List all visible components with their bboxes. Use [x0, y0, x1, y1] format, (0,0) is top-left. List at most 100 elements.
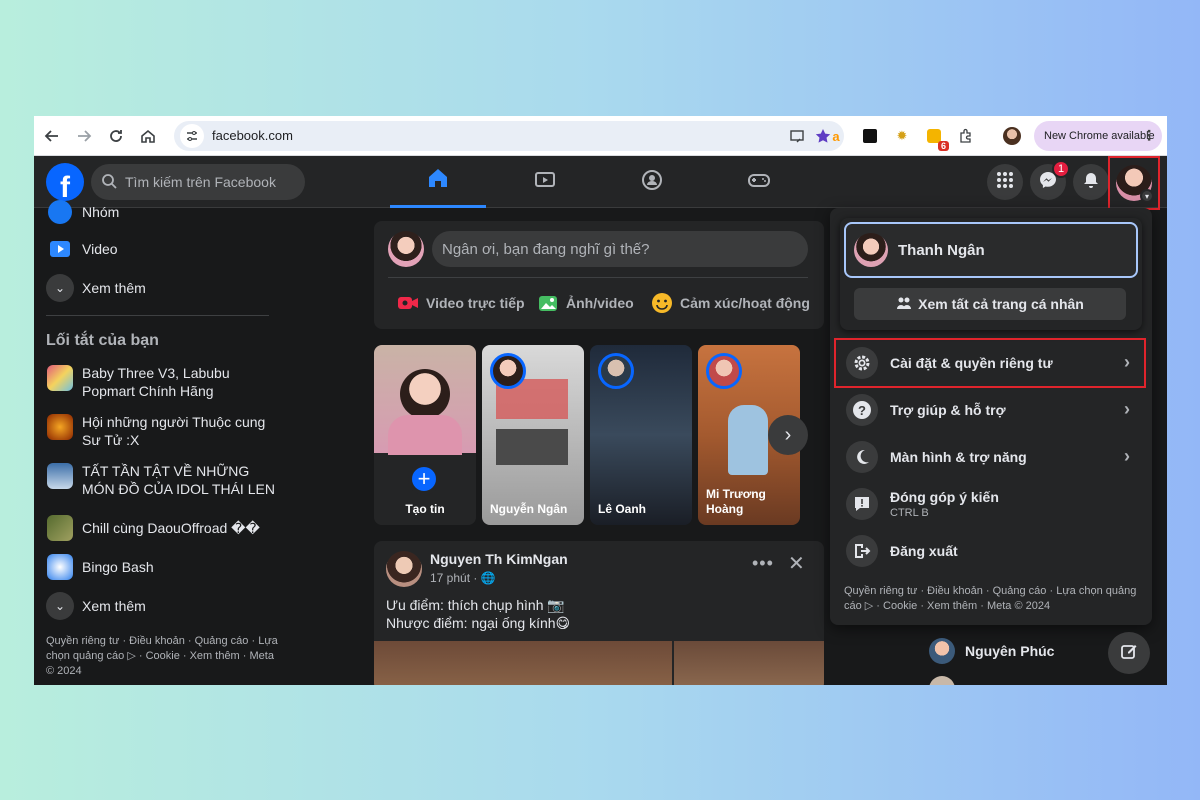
account-menu: Thanh Ngân Xem tất cả trang cá nhân Cài …	[830, 208, 1152, 625]
sidebar-item-see-more[interactable]: ⌄ Xem thêm	[46, 274, 146, 302]
story-photo	[400, 369, 450, 419]
tab-gaming[interactable]	[711, 156, 807, 208]
gamepad-icon	[747, 168, 771, 197]
compose-icon	[1120, 642, 1138, 665]
photo-video-button[interactable]: Ảnh/video	[536, 291, 634, 315]
shortcut-thumbnail	[46, 413, 74, 441]
shortcut-thumbnail	[46, 364, 74, 392]
groups-icon	[46, 198, 74, 226]
messenger-button[interactable]: 1	[1030, 160, 1070, 200]
forward-icon[interactable]	[72, 124, 96, 148]
see-more-label: Xem thêm	[82, 598, 146, 614]
create-story-card[interactable]: + Tạo tin	[374, 345, 476, 525]
tab-groups[interactable]	[604, 156, 700, 208]
shortcuts-see-more[interactable]: ⌄ Xem thêm	[46, 592, 146, 620]
composer-input[interactable]: Ngân ơi, bạn đang nghĩ gì thế?	[432, 231, 808, 267]
avatar[interactable]	[388, 231, 424, 267]
site-settings-icon[interactable]	[180, 124, 204, 148]
menu-footer-links[interactable]: Quyền riêng tư · Điều khoản · Quảng cáo …	[844, 584, 1144, 614]
back-icon[interactable]	[40, 124, 64, 148]
shortcut-item[interactable]: Bingo Bash	[46, 553, 276, 581]
tab-video[interactable]	[497, 156, 593, 208]
give-feedback-item[interactable]: Đóng góp ý kiến CTRL B	[840, 483, 1142, 525]
story-card[interactable]: Lê Oanh	[590, 345, 692, 525]
amazon-extension-icon[interactable]: a	[826, 126, 846, 146]
extension-sun-icon[interactable]: ✹	[892, 126, 912, 146]
logout-icon	[846, 535, 878, 567]
cast-icon[interactable]	[788, 127, 806, 145]
post-image[interactable]	[374, 641, 672, 685]
home-icon[interactable]	[136, 124, 160, 148]
shortcut-label: TẤT TẦN TẬT VỀ NHỮNG MÓN ĐỒ CỦA IDOL THÁ…	[82, 463, 275, 497]
post-time[interactable]: 17 phút · 🌐	[430, 571, 496, 585]
sidebar-item-video[interactable]: Video	[46, 235, 118, 263]
avatar	[854, 233, 888, 267]
avatar[interactable]	[929, 676, 955, 685]
new-message-button[interactable]	[1108, 632, 1150, 674]
settings-highlight-box	[834, 338, 1146, 388]
see-all-profiles-button[interactable]: Xem tất cả trang cá nhân	[854, 288, 1126, 320]
contact-item[interactable]: Nguyên Phúc	[929, 638, 1054, 664]
shortcut-item[interactable]: Chill cùng DaouOffroad ��	[46, 514, 276, 542]
chevron-right-icon: ›	[784, 423, 792, 446]
post-author[interactable]: Nguyen Th KimNgan	[430, 551, 568, 567]
chevron-down-icon: ⌄	[46, 592, 74, 620]
bell-icon	[1082, 171, 1100, 194]
address-bar[interactable]: facebook.com	[174, 121, 844, 151]
account-menu-highlight: ▾	[1108, 156, 1160, 210]
account-avatar-button[interactable]: ▾	[1116, 165, 1154, 203]
tab-home[interactable]	[390, 156, 486, 208]
sidebar-footer-links[interactable]: Quyền riêng tư · Điều khoản · Quảng cáo …	[46, 634, 278, 679]
reload-icon[interactable]	[104, 124, 128, 148]
shortcut-item[interactable]: Baby Three V3, Labubu Popmart Chính Hãng	[46, 364, 276, 400]
smiley-icon	[650, 291, 674, 315]
logout-item[interactable]: Đăng xuất	[840, 530, 1142, 572]
extensions-puzzle-icon[interactable]	[956, 126, 976, 146]
menu-grid-button[interactable]	[987, 164, 1023, 200]
shortcut-item[interactable]: TẤT TẦN TẬT VỀ NHỮNG MÓN ĐỒ CỦA IDOL THÁ…	[46, 462, 276, 498]
profiles-icon	[896, 296, 912, 313]
live-video-button[interactable]: Video trực tiếp	[396, 291, 525, 315]
more-options-icon[interactable]: •••	[752, 553, 774, 574]
browser-profile-avatar[interactable]	[1002, 126, 1022, 146]
menu-item-label: Đăng xuất	[890, 543, 958, 559]
chevron-right-icon: ›	[1124, 446, 1130, 466]
stories-next-button[interactable]: ›	[768, 415, 808, 455]
chevron-right-icon: ›	[1124, 399, 1130, 419]
shortcuts-title: Lối tắt của bạn	[46, 332, 159, 349]
shortcut-label: Bingo Bash	[82, 559, 154, 575]
story-card[interactable]: Nguyễn Ngân	[482, 345, 584, 525]
post-image[interactable]	[674, 641, 824, 685]
extension-badge-icon[interactable]: 6	[924, 126, 949, 151]
post-composer: Ngân ơi, bạn đang nghĩ gì thế? Video trự…	[374, 221, 824, 329]
chrome-menu-icon[interactable]: ⋮	[1142, 127, 1156, 144]
menu-item-text: Đóng góp ý kiến CTRL B	[890, 489, 999, 519]
search-input[interactable]: Tìm kiếm trên Facebook	[91, 164, 305, 200]
story-name: Nguyễn Ngân	[490, 502, 568, 516]
shortcut-thumbnail	[46, 462, 74, 490]
close-icon[interactable]: ✕	[788, 551, 805, 576]
extension-badge-count: 6	[937, 141, 949, 151]
help-support-item[interactable]: ? Trợ giúp & hỗ trợ ›	[840, 389, 1142, 431]
new-chrome-available-button[interactable]: New Chrome available ⋮	[1034, 121, 1162, 151]
story-name: Tạo tin	[405, 502, 445, 516]
home-icon	[426, 166, 450, 195]
browser-window: facebook.com a ✹ 6 New Chrome available …	[34, 116, 1167, 685]
avatar[interactable]	[386, 551, 422, 587]
contact-name: Nguyên Phúc	[965, 643, 1055, 659]
moon-icon	[846, 441, 878, 473]
sidebar-item-groups[interactable]: Nhóm	[46, 198, 119, 226]
groups-icon	[640, 168, 664, 197]
plus-icon: +	[408, 463, 440, 495]
extension-square-icon[interactable]	[860, 126, 880, 146]
profile-link[interactable]: Thanh Ngân	[844, 222, 1138, 278]
notifications-button[interactable]	[1073, 164, 1109, 200]
display-accessibility-item[interactable]: Màn hình & trợ năng ›	[840, 436, 1142, 478]
feed-post: Nguyen Th KimNgan 17 phút · 🌐 ••• ✕ Ưu đ…	[374, 541, 824, 685]
sidebar-divider	[46, 315, 269, 316]
feeling-activity-label: Cảm xúc/hoạt động	[680, 295, 810, 311]
shortcut-item[interactable]: Hội những người Thuộc cung Sư Tử :X	[46, 413, 276, 449]
facebook-logo-icon[interactable]: f	[46, 163, 84, 201]
feeling-activity-button[interactable]: Cảm xúc/hoạt động	[650, 291, 810, 315]
menu-item-label: Trợ giúp & hỗ trợ	[890, 402, 1006, 418]
